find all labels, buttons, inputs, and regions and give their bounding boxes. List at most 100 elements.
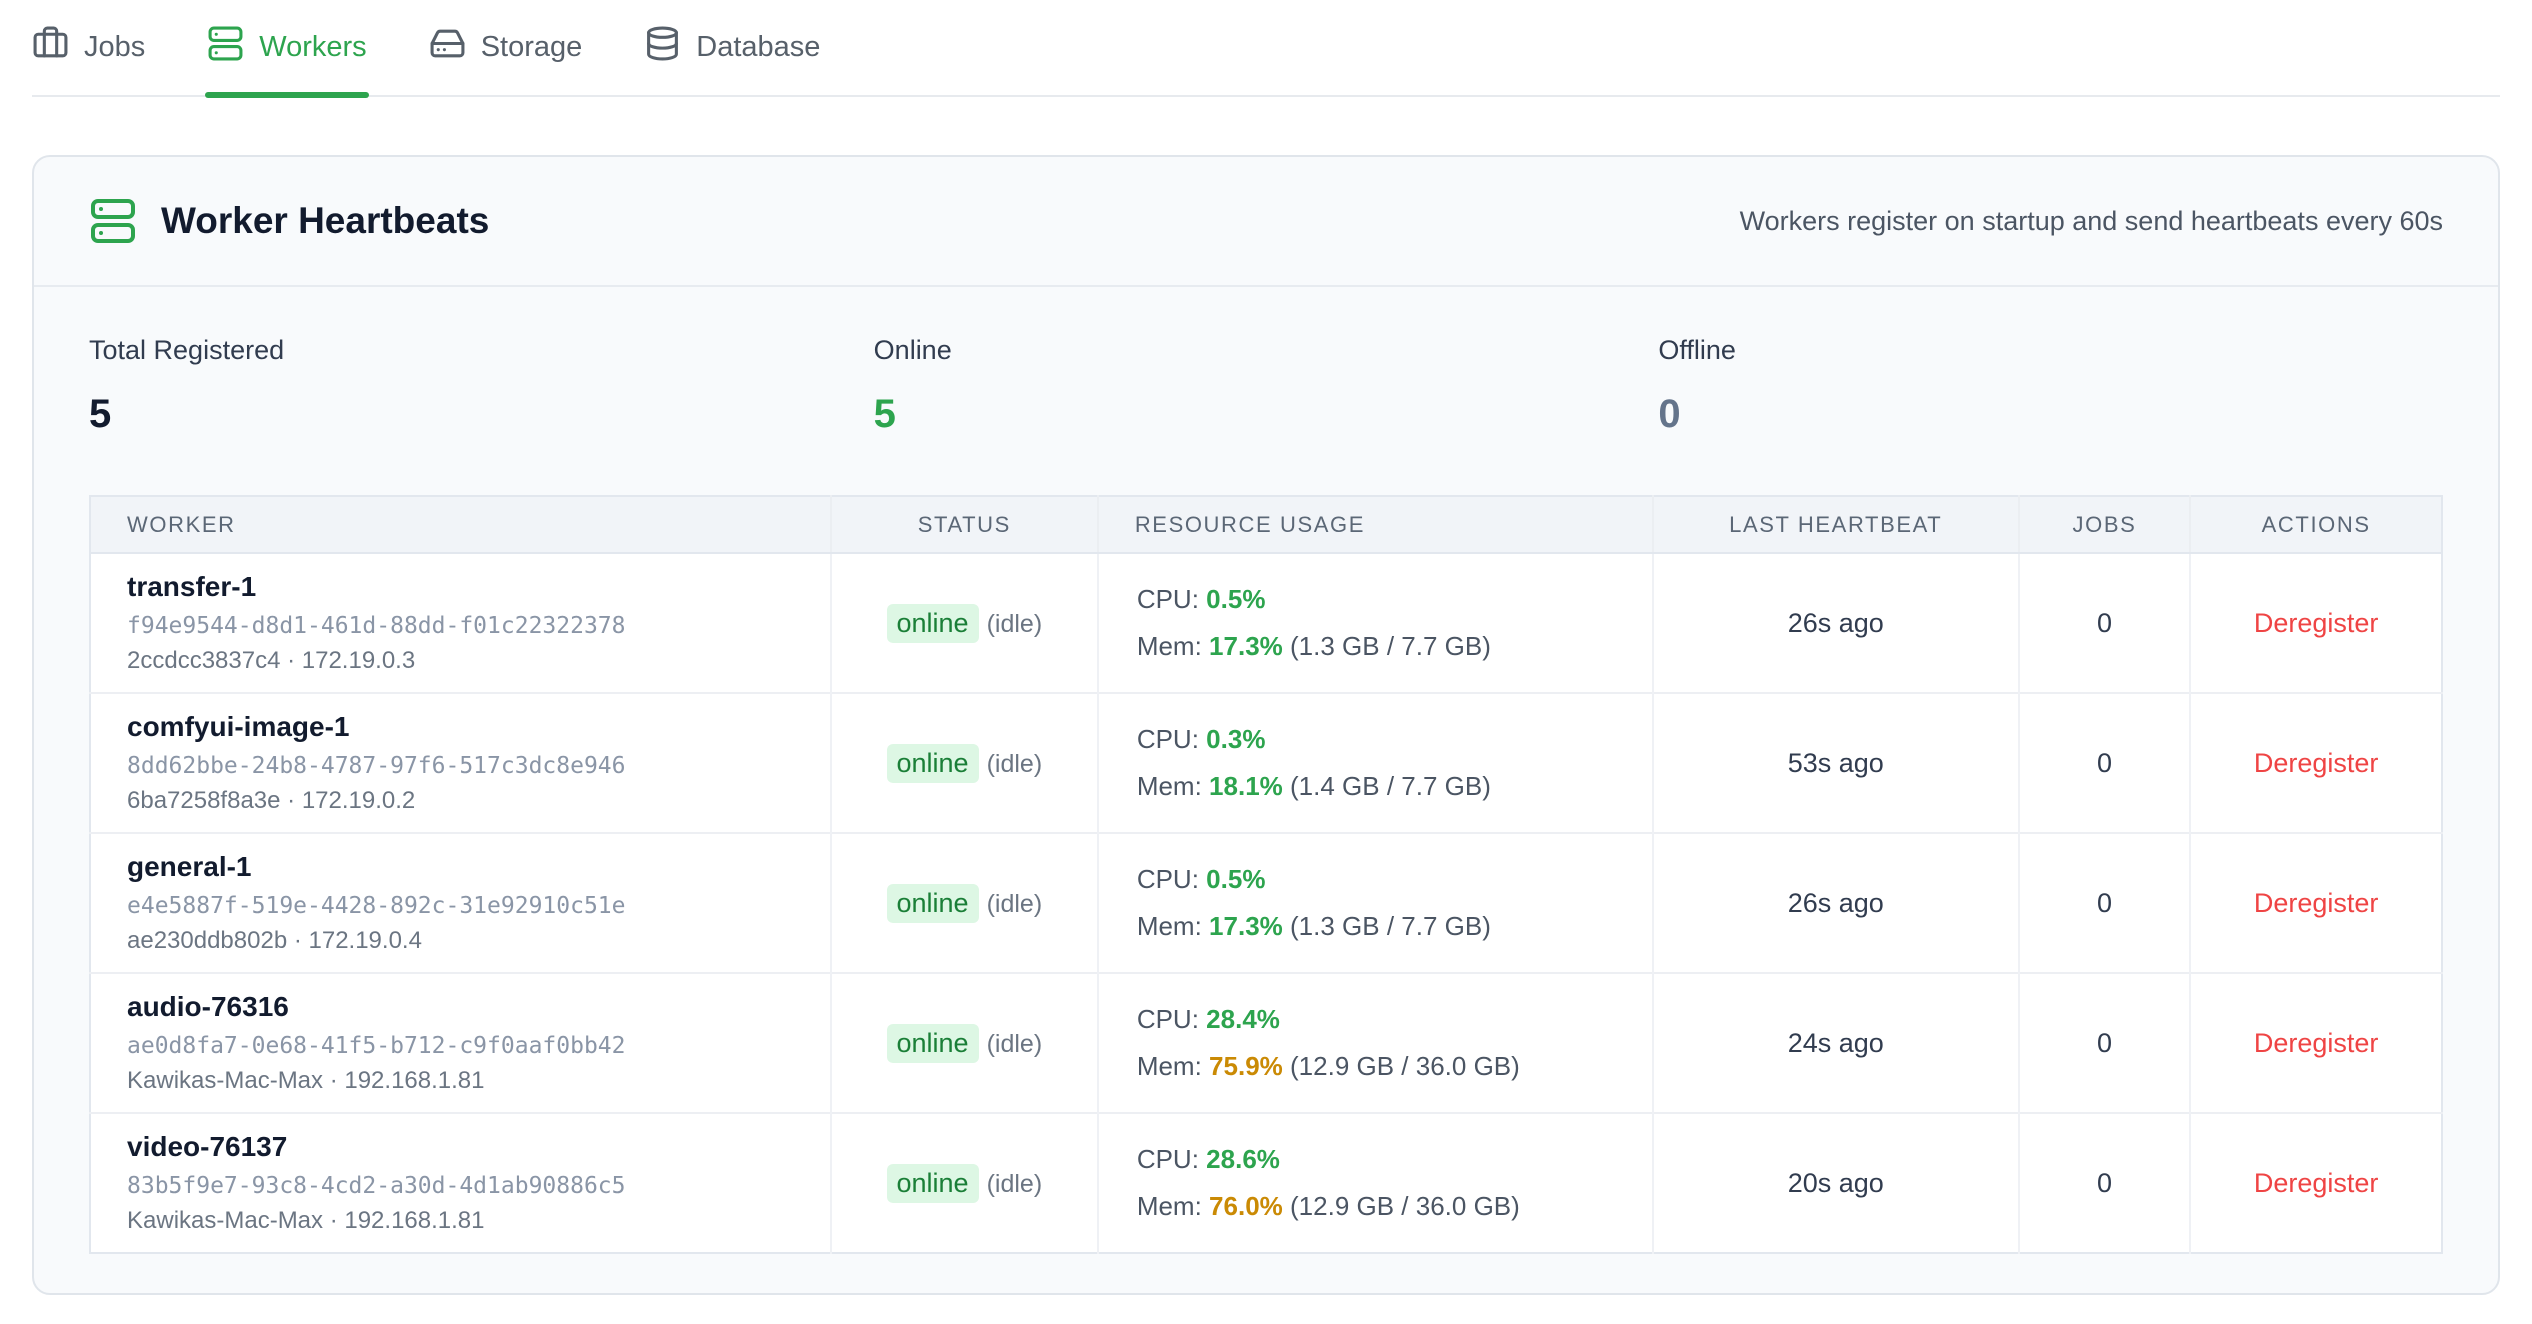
worker-uuid: 8dd62bbe-24b8-4787-97f6-517c3dc8e946	[127, 753, 830, 779]
resource-cell: CPU: 0.3% Mem: 18.1% (1.4 GB / 7.7 GB)	[1098, 693, 1653, 833]
resource-cell: CPU: 0.5% Mem: 17.3% (1.3 GB / 7.7 GB)	[1098, 833, 1653, 973]
actions-cell: Deregister	[2190, 553, 2442, 693]
tab-database[interactable]: Database	[644, 0, 820, 95]
heartbeat-value: 26s ago	[1653, 833, 2019, 973]
mem-value: 18.1%	[1209, 771, 1283, 801]
stat-offline: Offline 0	[1658, 335, 2443, 495]
actions-cell: Deregister	[2190, 693, 2442, 833]
worker-uuid: 83b5f9e7-93c8-4cd2-a30d-4d1ab90886c5	[127, 1173, 830, 1199]
worker-uuid: ae0d8fa7-0e68-41f5-b712-c9f0aaf0bb42	[127, 1033, 830, 1059]
worker-cell: audio-76316 ae0d8fa7-0e68-41f5-b712-c9f0…	[90, 973, 831, 1113]
worker-host: 2ccdcc3837c4 · 172.19.0.3	[127, 647, 830, 675]
worker-name: audio-76316	[127, 991, 830, 1023]
mem-value: 17.3%	[1209, 911, 1283, 941]
cpu-value: 28.6%	[1206, 1144, 1280, 1174]
cpu-label: CPU:	[1137, 584, 1199, 614]
actions-cell: Deregister	[2190, 973, 2442, 1113]
jobs-count: 0	[2019, 1113, 2191, 1253]
status-mode: (idle)	[987, 1030, 1043, 1058]
worker-uuid: e4e5887f-519e-4428-892c-31e92910c51e	[127, 893, 830, 919]
stat-value: 0	[1658, 392, 2443, 437]
resource-cell: CPU: 28.4% Mem: 75.9% (12.9 GB / 36.0 GB…	[1098, 973, 1653, 1113]
mem-label: Mem:	[1137, 1191, 1202, 1221]
card-header: Worker Heartbeats Workers register on st…	[34, 157, 2498, 287]
mem-value: 76.0%	[1209, 1191, 1283, 1221]
worker-host: ae230ddb802b · 172.19.0.4	[127, 927, 830, 955]
mem-label: Mem:	[1137, 771, 1202, 801]
mem-detail: (12.9 GB / 36.0 GB)	[1290, 1191, 1520, 1221]
column-header-jobs: JOBS	[2019, 496, 2191, 553]
resource-cell: CPU: 0.5% Mem: 17.3% (1.3 GB / 7.7 GB)	[1098, 553, 1653, 693]
tab-workers[interactable]: Workers	[207, 0, 366, 95]
heartbeat-value: 53s ago	[1653, 693, 2019, 833]
tab-bar: Jobs Workers Storage Database	[32, 0, 2500, 97]
stats-row: Total Registered 5 Online 5 Offline 0	[34, 287, 2498, 495]
workers-table: WORKER STATUS RESOURCE USAGE LAST HEARTB…	[89, 495, 2443, 1254]
deregister-button[interactable]: Deregister	[2254, 1168, 2379, 1199]
column-header-last-heartbeat: LAST HEARTBEAT	[1653, 496, 2019, 553]
mem-detail: (1.4 GB / 7.7 GB)	[1290, 771, 1491, 801]
deregister-button[interactable]: Deregister	[2254, 608, 2379, 639]
mem-label: Mem:	[1137, 631, 1202, 661]
deregister-button[interactable]: Deregister	[2254, 748, 2379, 779]
worker-name: transfer-1	[127, 571, 830, 603]
tab-label: Jobs	[84, 31, 145, 64]
cpu-label: CPU:	[1137, 1144, 1199, 1174]
stat-label: Online	[874, 335, 1659, 366]
deregister-button[interactable]: Deregister	[2254, 1028, 2379, 1059]
jobs-count: 0	[2019, 833, 2191, 973]
jobs-count: 0	[2019, 973, 2191, 1113]
tab-label: Storage	[481, 31, 583, 64]
column-header-resource-usage: RESOURCE USAGE	[1098, 496, 1653, 553]
status-badge: online	[887, 744, 979, 783]
mem-value: 75.9%	[1209, 1051, 1283, 1081]
status-badge: online	[887, 1024, 979, 1063]
table-row: comfyui-image-1 8dd62bbe-24b8-4787-97f6-…	[90, 693, 2442, 833]
worker-cell: transfer-1 f94e9544-d8d1-461d-88dd-f01c2…	[90, 553, 831, 693]
status-mode: (idle)	[987, 890, 1043, 918]
status-mode: (idle)	[987, 750, 1043, 778]
database-icon	[644, 25, 681, 70]
worker-uuid: f94e9544-d8d1-461d-88dd-f01c22322378	[127, 613, 830, 639]
column-header-status: STATUS	[831, 496, 1098, 553]
heartbeat-value: 20s ago	[1653, 1113, 2019, 1253]
heartbeat-value: 26s ago	[1653, 553, 2019, 693]
status-mode: (idle)	[987, 1170, 1043, 1198]
status-badge: online	[887, 604, 979, 643]
status-mode: (idle)	[987, 610, 1043, 638]
mem-value: 17.3%	[1209, 631, 1283, 661]
stat-value: 5	[874, 392, 1659, 437]
resource-cell: CPU: 28.6% Mem: 76.0% (12.9 GB / 36.0 GB…	[1098, 1113, 1653, 1253]
tab-storage[interactable]: Storage	[429, 0, 583, 95]
cpu-label: CPU:	[1137, 864, 1199, 894]
status-cell: online (idle)	[831, 693, 1098, 833]
tab-jobs[interactable]: Jobs	[32, 0, 145, 95]
worker-name: comfyui-image-1	[127, 711, 830, 743]
page-title: Worker Heartbeats	[161, 200, 489, 242]
cpu-value: 0.3%	[1206, 724, 1265, 754]
worker-name: general-1	[127, 851, 830, 883]
table-row: video-76137 83b5f9e7-93c8-4cd2-a30d-4d1a…	[90, 1113, 2442, 1253]
hard-drive-icon	[429, 25, 466, 70]
actions-cell: Deregister	[2190, 1113, 2442, 1253]
worker-cell: comfyui-image-1 8dd62bbe-24b8-4787-97f6-…	[90, 693, 831, 833]
worker-name: video-76137	[127, 1131, 830, 1163]
mem-label: Mem:	[1137, 911, 1202, 941]
actions-cell: Deregister	[2190, 833, 2442, 973]
worker-cell: video-76137 83b5f9e7-93c8-4cd2-a30d-4d1a…	[90, 1113, 831, 1253]
workers-table-wrap: WORKER STATUS RESOURCE USAGE LAST HEARTB…	[89, 495, 2443, 1254]
status-badge: online	[887, 884, 979, 923]
tab-label: Database	[696, 31, 820, 64]
status-cell: online(idle)	[831, 1113, 1098, 1253]
jobs-count: 0	[2019, 553, 2191, 693]
table-row: transfer-1 f94e9544-d8d1-461d-88dd-f01c2…	[90, 553, 2442, 693]
deregister-button[interactable]: Deregister	[2254, 888, 2379, 919]
jobs-count: 0	[2019, 693, 2191, 833]
mem-detail: (1.3 GB / 7.7 GB)	[1290, 911, 1491, 941]
table-row: audio-76316 ae0d8fa7-0e68-41f5-b712-c9f0…	[90, 973, 2442, 1113]
status-cell: online (idle)	[831, 553, 1098, 693]
stat-total-registered: Total Registered 5	[89, 335, 874, 495]
stat-online: Online 5	[874, 335, 1659, 495]
stat-label: Offline	[1658, 335, 2443, 366]
server-stack-icon	[89, 197, 137, 245]
